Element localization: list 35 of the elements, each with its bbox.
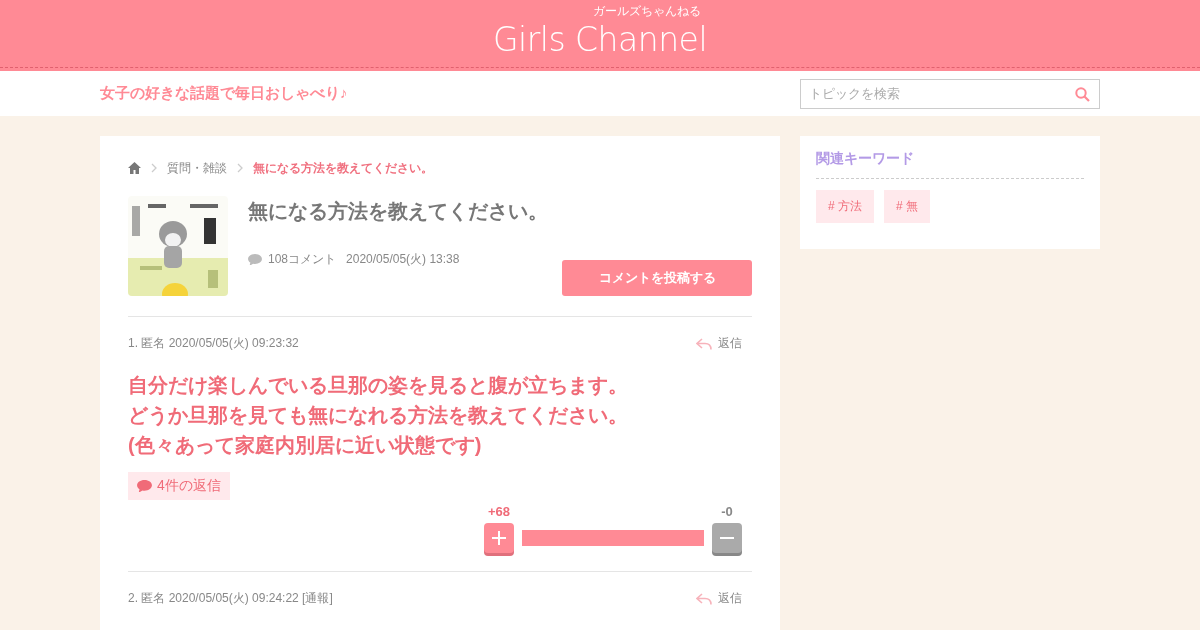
topic-title: 無になる方法を教えてください。 <box>248 199 549 224</box>
chevron-icon <box>237 163 243 173</box>
search-icon[interactable] <box>1075 86 1090 102</box>
comment-meta: 2. 匿名 2020/05/05(火) 09:24:22 [通報] <box>128 590 333 607</box>
comment-text: 自分だけ楽しんでいる旦那の姿を見ると腹が立ちます。 <box>128 373 629 398</box>
reply-link[interactable]: 返信 <box>696 335 742 352</box>
reply-arrow-icon <box>696 592 712 605</box>
home-icon[interactable] <box>128 162 141 174</box>
minus-vote-button[interactable] <box>712 523 742 553</box>
keyword-tag[interactable]: # 方法 <box>816 190 874 223</box>
comment-text: どうか旦那を見ても無になれる方法を教えてください。 <box>128 403 629 428</box>
chevron-icon <box>151 163 157 173</box>
comment-text: (色々あって家庭内別居に近い状態です) <box>128 433 483 458</box>
minus-icon <box>720 537 734 539</box>
sidebar-title: 関連キーワード <box>816 150 1084 179</box>
plus-vote-button[interactable] <box>484 523 514 553</box>
speech-bubble-icon <box>248 253 262 266</box>
tagline: 女子の好きな話題で毎日おしゃべり♪ <box>100 84 348 103</box>
plus-icon <box>492 531 506 545</box>
reply-arrow-icon <box>696 337 712 350</box>
logo-subtitle: ガールズちゃんねる <box>593 3 702 20</box>
plus-count: +68 <box>487 504 511 519</box>
replies-link[interactable]: 4件の返信 <box>128 472 230 500</box>
speech-bubble-icon <box>137 479 152 493</box>
minus-count: -0 <box>721 504 733 519</box>
site-logo[interactable]: Girls Channel <box>492 23 708 64</box>
comment-count: 108コメント <box>268 251 337 268</box>
breadcrumb-link[interactable]: 質問・雑談 <box>167 159 227 177</box>
topic-date: 2020/05/05(火) 13:38 <box>346 251 460 268</box>
keyword-tag[interactable]: # 無 <box>884 190 931 223</box>
breadcrumb-link[interactable]: 無になる方法を教えてください。 <box>253 159 433 177</box>
post-comment-button[interactable]: コメントを投稿する <box>562 260 752 296</box>
reply-link[interactable]: 返信 <box>696 590 742 607</box>
comment-meta: 1. 匿名 2020/05/05(火) 09:23:32 <box>128 335 299 352</box>
search-field[interactable]: トピックを検索 <box>800 78 1100 109</box>
